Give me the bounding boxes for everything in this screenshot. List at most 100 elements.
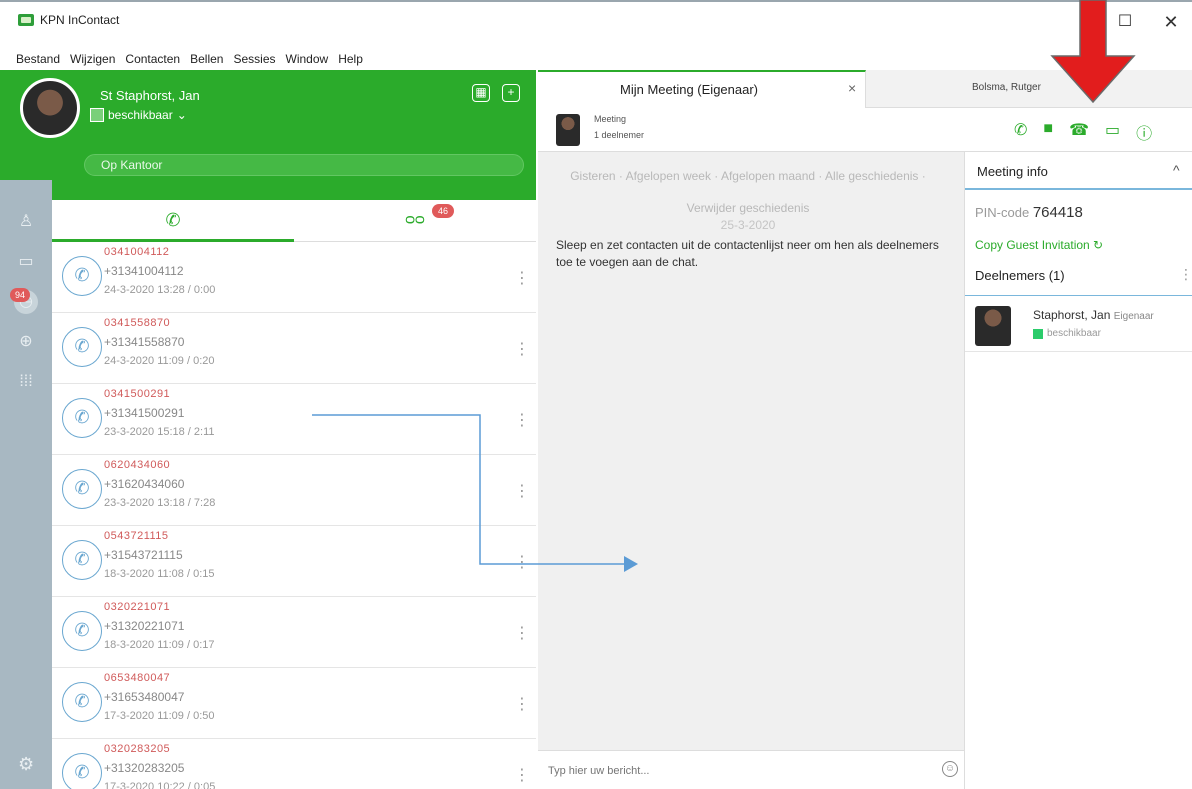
copy-guest-invitation-link[interactable]: Copy Guest Invitation ↻ <box>975 238 1103 252</box>
close-tab-icon[interactable]: × <box>848 80 856 96</box>
pin-code: PIN-code 764418 <box>975 204 1083 221</box>
call-name: 0341558870 <box>104 317 171 329</box>
call-number: +31341004112 <box>104 264 184 278</box>
more-options-icon[interactable]: ⋮ <box>514 339 530 359</box>
drop-hint-text: Sleep en zet contacten uit de contactenl… <box>556 238 939 269</box>
building-icon[interactable]: ▦ <box>472 84 490 102</box>
history-date: 25-3-2020 <box>720 218 776 232</box>
participant-item[interactable]: Staphorst, Jan Eigenaar beschikbaar <box>965 300 1192 352</box>
globe-icon[interactable]: ⊕ <box>14 330 38 354</box>
call-time: 23-3-2020 13:18 / 7:28 <box>104 497 216 509</box>
phone-icon: ✆ <box>165 210 181 230</box>
pin-value: 764418 <box>1032 204 1083 221</box>
phone-icon[interactable]: ✆ <box>1014 120 1027 144</box>
red-annotation-arrow-icon <box>1050 0 1136 104</box>
presence-indicator-icon <box>1033 328 1043 339</box>
message-composer: ☺ <box>538 750 964 789</box>
menu-window[interactable]: Window <box>286 50 329 68</box>
menu-sessies[interactable]: Sessies <box>233 50 275 68</box>
more-options-icon[interactable]: ⋮ <box>514 694 530 714</box>
call-time: 18-3-2020 11:09 / 0:17 <box>104 639 215 651</box>
menu-bellen[interactable]: Bellen <box>190 50 223 68</box>
phone-icon: ✆ <box>62 753 102 789</box>
call-row[interactable]: ✆ 0320283205 +31320283205 17-3-2020 10:2… <box>52 739 536 789</box>
call-number: +31341500291 <box>104 406 185 420</box>
avatar[interactable] <box>20 78 80 138</box>
call-name: 0653480047 <box>104 672 171 684</box>
call-time: 18-3-2020 11:08 / 0:15 <box>104 568 215 580</box>
screen-share-icon[interactable]: ▭ <box>1105 120 1120 144</box>
tab-voicemail[interactable]: ᴑᴑ 46 <box>294 200 536 242</box>
call-list-tabs: ✆ ᴑᴑ 46 <box>52 200 536 242</box>
tab-contact[interactable]: Bolsma, Rutger <box>972 82 1041 93</box>
call-name: 0620434060 <box>104 459 171 471</box>
history-filter-links[interactable]: Gisteren · Afgelopen week · Afgelopen ma… <box>548 160 948 224</box>
profile-name: St Staphorst, Jan <box>100 88 200 103</box>
window-title: KPN InContact <box>40 13 120 27</box>
profile-header: St Staphorst, Jan beschikbaar ⌄ ▦ + Op K… <box>0 70 536 200</box>
menu-help[interactable]: Help <box>338 50 363 68</box>
pin-label: PIN-code <box>975 205 1033 220</box>
participant-role: Eigenaar <box>1113 311 1154 322</box>
call-name: 0341500291 <box>104 388 171 400</box>
meeting-header: Meeting 1 deelnemer ✆ ■ ☎ ▭ ⓘ <box>538 108 1192 152</box>
phone-icon: ✆ <box>62 540 102 580</box>
call-row[interactable]: ✆ 0341004112 +31341004112 24-3-2020 13:2… <box>52 242 536 313</box>
call-row[interactable]: ✆ 0341558870 +31341558870 24-3-2020 11:0… <box>52 313 536 384</box>
call-name: 0320221071 <box>104 601 171 613</box>
phone-icon: ✆ <box>62 398 102 438</box>
participant-name-text: Staphorst, Jan <box>1033 308 1111 322</box>
meeting-info-header[interactable]: Meeting info ^ <box>965 152 1192 190</box>
avatar <box>556 114 580 146</box>
emoji-icon[interactable]: ☺ <box>942 761 958 777</box>
call-number: +31320221071 <box>104 619 185 633</box>
desk-phone-icon[interactable]: ☎ <box>1069 120 1089 144</box>
phone-icon: ✆ <box>62 327 102 367</box>
more-options-icon[interactable]: ⋮ <box>1179 266 1192 283</box>
info-icon[interactable]: ⓘ <box>1136 120 1152 144</box>
call-name: 0543721115 <box>104 530 169 542</box>
call-number: +31341558870 <box>104 335 185 349</box>
phone-icon: ✆ <box>62 682 102 722</box>
participant-count: 1 deelnemer <box>594 130 645 140</box>
close-window-button[interactable]: ✕ <box>1156 10 1186 34</box>
dialpad-icon[interactable]: ⁞⁞⁞ <box>14 370 38 394</box>
message-input[interactable] <box>548 761 928 781</box>
tab-my-meeting[interactable]: Mijn Meeting (Eigenaar) × <box>538 70 866 108</box>
call-row[interactable]: ✆ 0653480047 +31653480047 17-3-2020 11:0… <box>52 668 536 739</box>
more-options-icon[interactable]: ⋮ <box>514 765 530 785</box>
more-options-icon[interactable]: ⋮ <box>514 268 530 288</box>
call-name: 0341004112 <box>104 246 170 258</box>
location-field[interactable]: Op Kantoor <box>84 154 524 176</box>
add-icon[interactable]: + <box>502 84 520 102</box>
phone-icon: ✆ <box>62 611 102 651</box>
menu-bestand[interactable]: Bestand <box>16 50 60 68</box>
presence-status-dropdown[interactable]: beschikbaar ⌄ <box>90 108 187 122</box>
history-badge: 94 <box>10 288 30 302</box>
settings-gear-icon[interactable]: ⚙ <box>18 754 34 775</box>
tab-label: Mijn Meeting (Eigenaar) <box>620 82 759 97</box>
menu-wijzigen[interactable]: Wijzigen <box>70 50 115 68</box>
call-time: 24-3-2020 11:09 / 0:20 <box>104 355 215 367</box>
avatar <box>975 306 1011 346</box>
participant-name: Staphorst, Jan Eigenaar <box>1033 308 1154 322</box>
divider <box>965 295 1192 296</box>
voicemail-badge: 46 <box>432 204 454 218</box>
more-options-icon[interactable]: ⋮ <box>514 623 530 643</box>
chevron-up-icon[interactable]: ^ <box>1173 162 1180 178</box>
meeting-info-panel: Meeting info ^ PIN-code 764418 Copy Gues… <box>964 152 1192 789</box>
call-number: +31620434060 <box>104 477 185 491</box>
contacts-icon[interactable]: ♙ <box>14 210 38 234</box>
phone-icon: ✆ <box>62 256 102 296</box>
video-icon[interactable]: ■ <box>1043 120 1053 144</box>
call-row[interactable]: ✆ 0320221071 +31320221071 18-3-2020 11:0… <box>52 597 536 668</box>
call-name: 0320283205 <box>104 743 171 755</box>
participant-status-label: beschikbaar <box>1047 328 1101 339</box>
presence-status-label: beschikbaar <box>108 108 173 122</box>
tab-calls[interactable]: ✆ <box>52 200 294 242</box>
app-logo-icon <box>18 14 34 26</box>
chat-icon[interactable]: ▭ <box>14 250 38 274</box>
call-number: +31543721115 <box>104 548 183 562</box>
call-number: +31653480047 <box>104 690 185 704</box>
menu-contacten[interactable]: Contacten <box>125 50 180 68</box>
